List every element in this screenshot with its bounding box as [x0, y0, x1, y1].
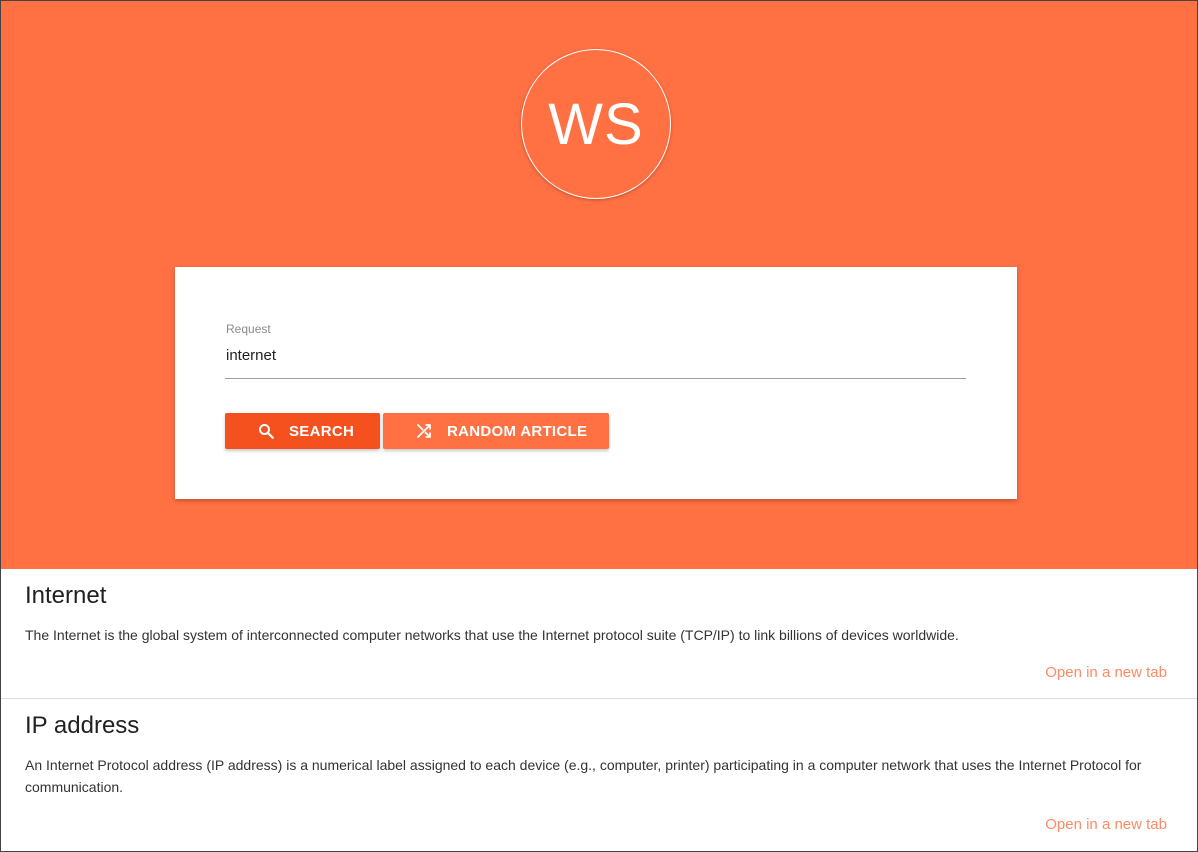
request-label: Request — [226, 322, 271, 336]
result-title: IP address — [25, 712, 140, 739]
result-item: IP address An Internet Protocol address … — [1, 699, 1197, 851]
open-new-tab-link[interactable]: Open in a new tab — [1045, 816, 1167, 833]
search-button-label: SEARCH — [289, 422, 355, 440]
result-title: Internet — [25, 582, 107, 609]
random-article-button[interactable]: RANDOM ARTICLE — [383, 413, 609, 449]
search-card: Request SEARCH — [175, 267, 1017, 499]
logo: WS — [521, 49, 671, 199]
app-window: WS Request SEARCH — [0, 0, 1198, 852]
search-button[interactable]: SEARCH — [225, 413, 380, 449]
logo-text: WS — [548, 91, 644, 157]
open-new-tab-link[interactable]: Open in a new tab — [1045, 664, 1167, 681]
request-input[interactable] — [225, 345, 966, 379]
result-snippet: The Internet is the global system of int… — [25, 627, 959, 643]
hero-header: WS Request SEARCH — [1, 1, 1197, 569]
search-icon — [257, 422, 275, 440]
random-article-button-label: RANDOM ARTICLE — [447, 422, 588, 440]
result-item: Internet The Internet is the global syst… — [1, 569, 1197, 699]
result-snippet: An Internet Protocol address (IP address… — [25, 757, 1142, 795]
shuffle-icon — [415, 422, 433, 440]
